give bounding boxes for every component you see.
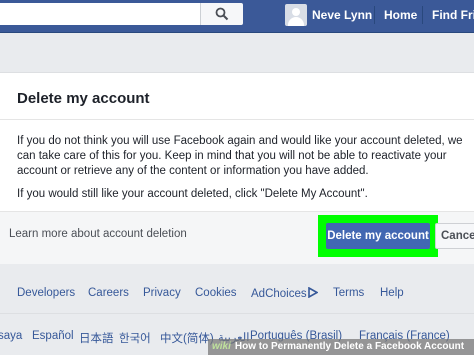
footer-link-adchoices-label: AdChoices [251,288,307,300]
profile-name-link[interactable]: Neve Lynn [312,8,372,22]
footer-links: Developers Careers Privacy Cookies AdCho… [0,286,474,303]
search-icon [215,7,229,21]
footer-divider [0,313,474,314]
language-link[interactable]: 한국어 [119,330,151,346]
footer-link-careers[interactable]: Careers [88,287,129,299]
dialog-instruction: If you would still like your account del… [17,188,368,200]
footer-link-cookies[interactable]: Cookies [195,287,237,299]
top-navigation-bar: Neve Lynn Home Find Frie [0,0,474,33]
delete-account-button[interactable]: Delete my account [326,223,430,249]
footer-link-privacy[interactable]: Privacy [143,287,181,299]
language-link[interactable]: 日本語 [79,330,114,346]
footer-link-developers[interactable]: Developers [17,287,75,299]
language-link[interactable]: 中文(简体) [160,330,214,346]
cancel-button[interactable]: Cancel [435,223,474,249]
avatar-head-shape [292,8,300,16]
footer-link-help[interactable]: Help [380,287,404,299]
find-friends-link[interactable]: Find Frie [432,8,474,22]
dialog-description: If you do not think you will use Faceboo… [17,135,463,177]
watermark-text: How to Permanently Delete a Facebook Acc… [234,341,465,352]
dialog-title: Delete my account [17,90,150,107]
dialog-divider [0,119,474,120]
language-link[interactable]: saya [0,330,22,342]
delete-account-dialog: Delete my account If you do not think yo… [0,72,474,264]
avatar[interactable] [285,4,307,26]
learn-more-link[interactable]: Learn more about account deletion [9,228,187,240]
footer-link-terms[interactable]: Terms [333,287,364,299]
dialog-footer: Learn more about account deletion Delete… [0,211,474,264]
watermark-banner: wiki How to Permanently Delete a Facebook… [208,339,474,355]
search-button[interactable] [200,3,243,25]
nav-divider [422,6,423,24]
adchoices-icon [307,286,319,299]
footer-link-adchoices[interactable]: AdChoices [251,286,319,300]
avatar-body-shape [288,17,304,26]
home-link[interactable]: Home [384,8,417,22]
language-link[interactable]: Español [32,330,74,342]
nav-divider [374,6,375,24]
watermark-brand: wiki [212,341,231,352]
